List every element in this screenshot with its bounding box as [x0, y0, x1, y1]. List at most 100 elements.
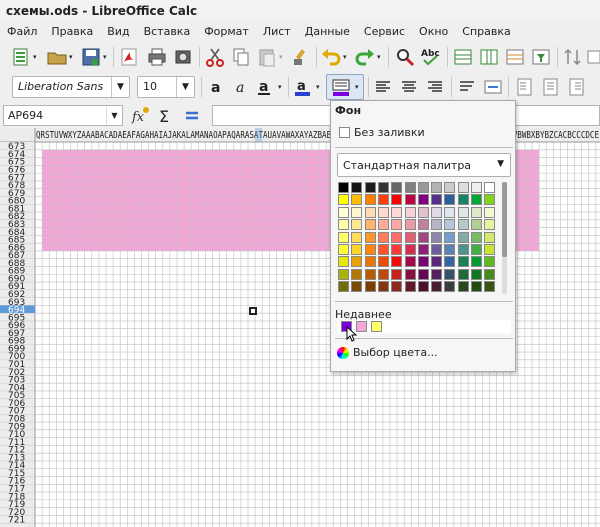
color-swatch[interactable]: [417, 206, 429, 218]
palette-select[interactable]: Стандартная палитра ▼: [337, 153, 511, 177]
color-swatch[interactable]: [391, 268, 403, 280]
color-swatch[interactable]: [364, 231, 376, 243]
color-swatch[interactable]: [364, 256, 376, 268]
color-swatch[interactable]: [391, 281, 403, 293]
color-swatch[interactable]: [444, 244, 456, 255]
sort-icon[interactable]: [504, 46, 526, 68]
page-center-icon[interactable]: [540, 76, 562, 98]
menu-help[interactable]: Справка: [455, 22, 517, 42]
color-swatch[interactable]: [351, 206, 363, 218]
page-left-icon[interactable]: [514, 76, 536, 98]
chevron-down-icon[interactable]: ▾: [377, 53, 381, 61]
color-swatch[interactable]: [457, 256, 469, 268]
color-swatch[interactable]: [338, 281, 349, 293]
color-swatch[interactable]: [391, 231, 403, 243]
color-swatch[interactable]: [338, 268, 349, 280]
menu-insert[interactable]: Вставка: [137, 22, 198, 42]
font-name-box[interactable]: Liberation Sans ▼: [12, 76, 130, 98]
color-swatch[interactable]: [377, 182, 389, 193]
more-icon[interactable]: [586, 46, 600, 68]
color-swatch[interactable]: [351, 194, 363, 206]
color-swatch[interactable]: [471, 244, 482, 255]
chevron-down-icon[interactable]: ▾: [343, 53, 347, 61]
color-swatch[interactable]: [417, 256, 429, 268]
color-swatch[interactable]: [484, 194, 496, 206]
color-swatch[interactable]: [444, 206, 456, 218]
color-swatch[interactable]: [404, 182, 416, 193]
color-swatch[interactable]: [351, 268, 363, 280]
menu-edit[interactable]: Правка: [44, 22, 100, 42]
menu-view[interactable]: Вид: [100, 22, 136, 42]
chevron-down-icon[interactable]: ▾: [355, 83, 359, 91]
wrap-text-icon[interactable]: [456, 76, 478, 98]
paste-icon[interactable]: [256, 46, 278, 68]
recent-color-swatch[interactable]: [371, 321, 382, 332]
color-swatch[interactable]: [431, 268, 443, 280]
color-swatch[interactable]: [457, 182, 469, 193]
color-swatch[interactable]: [351, 219, 363, 231]
menu-window[interactable]: Окно: [412, 22, 455, 42]
color-swatch[interactable]: [377, 268, 389, 280]
color-swatch[interactable]: [457, 219, 469, 231]
color-swatch[interactable]: [377, 244, 389, 255]
row-icon[interactable]: [452, 46, 474, 68]
color-swatch[interactable]: [431, 231, 443, 243]
color-swatch[interactable]: [484, 256, 496, 268]
name-box[interactable]: AP694 ▼: [3, 105, 123, 126]
save-icon[interactable]: [80, 46, 102, 68]
align-left-icon[interactable]: [372, 76, 394, 98]
color-swatch[interactable]: [351, 281, 363, 293]
color-swatch[interactable]: [431, 219, 443, 231]
underline-icon[interactable]: a: [254, 76, 276, 98]
color-swatch[interactable]: [351, 244, 363, 255]
color-swatch[interactable]: [417, 182, 429, 193]
row-header[interactable]: 721: [8, 516, 25, 526]
color-swatch[interactable]: [417, 231, 429, 243]
chevron-down-icon[interactable]: ▾: [33, 53, 37, 61]
color-swatch[interactable]: [444, 231, 456, 243]
color-swatch[interactable]: [377, 256, 389, 268]
menu-data[interactable]: Данные: [298, 22, 357, 42]
export-pdf-icon[interactable]: [118, 46, 140, 68]
color-swatch[interactable]: [364, 194, 376, 206]
color-swatch[interactable]: [391, 256, 403, 268]
menu-sheet[interactable]: Лист: [256, 22, 298, 42]
page-right-icon[interactable]: [566, 76, 588, 98]
color-swatch[interactable]: [417, 244, 429, 255]
color-swatch[interactable]: [364, 244, 376, 255]
color-swatch[interactable]: [364, 281, 376, 293]
color-swatch[interactable]: [404, 268, 416, 280]
chevron-down-icon[interactable]: ▼: [111, 77, 129, 97]
color-swatch[interactable]: [457, 194, 469, 206]
italic-icon[interactable]: a: [230, 76, 252, 98]
color-swatch[interactable]: [351, 256, 363, 268]
copy-icon[interactable]: [230, 46, 252, 68]
color-swatch[interactable]: [484, 231, 496, 243]
new-document-icon[interactable]: [10, 46, 32, 68]
color-swatch[interactable]: [484, 281, 496, 293]
color-swatch[interactable]: [484, 244, 496, 255]
color-swatch[interactable]: [404, 281, 416, 293]
chevron-down-icon[interactable]: ▾: [103, 53, 107, 61]
color-swatch[interactable]: [417, 219, 429, 231]
color-swatch[interactable]: [471, 256, 482, 268]
color-swatch[interactable]: [351, 182, 363, 193]
color-swatch[interactable]: [471, 206, 482, 218]
color-swatch[interactable]: [471, 268, 482, 280]
color-swatch[interactable]: [351, 231, 363, 243]
color-swatch[interactable]: [484, 219, 496, 231]
color-swatch[interactable]: [457, 206, 469, 218]
color-swatch[interactable]: [444, 281, 456, 293]
color-swatch[interactable]: [338, 244, 349, 255]
color-swatch[interactable]: [338, 256, 349, 268]
color-swatch[interactable]: [338, 194, 349, 206]
align-right-icon[interactable]: [424, 76, 446, 98]
redo-icon[interactable]: [354, 46, 376, 68]
color-swatch[interactable]: [471, 219, 482, 231]
no-fill-button[interactable]: Без заливки: [339, 123, 425, 141]
font-size-box[interactable]: 10 ▼: [137, 76, 195, 98]
color-swatch[interactable]: [417, 194, 429, 206]
color-swatch[interactable]: [364, 268, 376, 280]
color-swatch[interactable]: [338, 219, 349, 231]
open-folder-icon[interactable]: [46, 46, 68, 68]
